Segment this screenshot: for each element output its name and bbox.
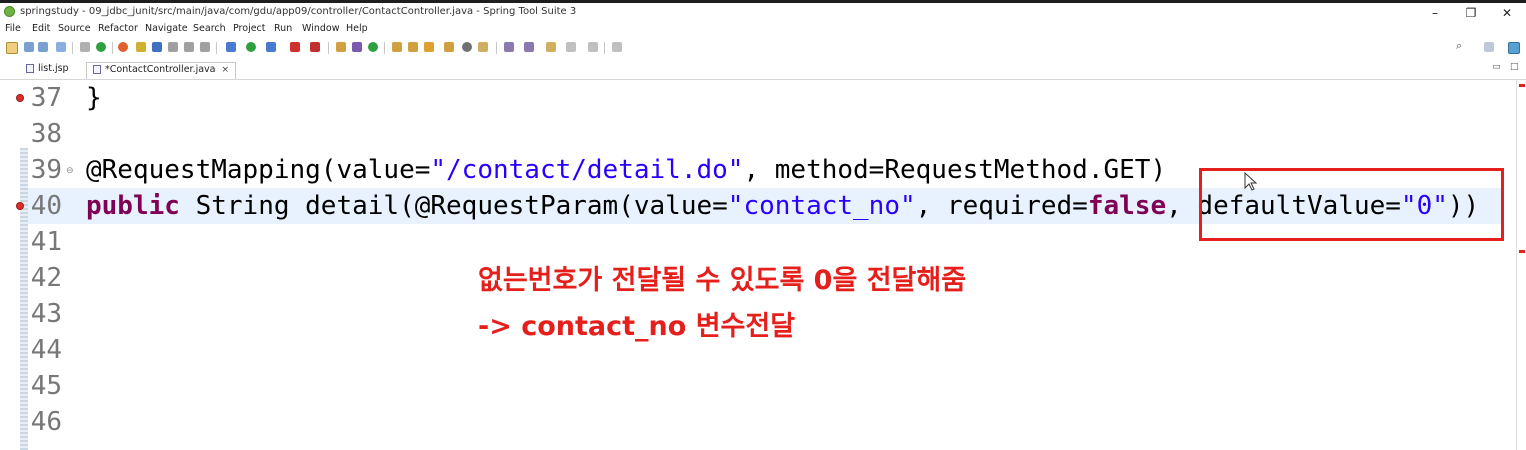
line-number: 45	[30, 371, 62, 401]
code-line: 37 }	[16, 80, 1504, 116]
line-number: 40	[30, 191, 62, 221]
pin-editor-icon[interactable]	[612, 42, 622, 52]
editor-tab-bar: list.jsp *ContactController.java × ▭ □	[0, 60, 1526, 80]
code-string: "contact_no"	[727, 191, 916, 221]
line-number: 37	[30, 83, 62, 113]
code-line: 46	[28, 404, 1504, 440]
code-keyword: public	[86, 191, 180, 221]
toggle-icon[interactable]	[168, 42, 178, 52]
tab-list-jsp[interactable]: list.jsp	[22, 62, 73, 79]
jsp-file-icon	[26, 64, 34, 73]
debug-icon[interactable]	[96, 42, 106, 52]
next-annotation-icon[interactable]	[504, 42, 514, 52]
open-folder-icon[interactable]	[392, 42, 402, 52]
menu-project[interactable]: Project	[233, 23, 266, 34]
prev-annotation-icon[interactable]	[524, 42, 534, 52]
menu-refactor[interactable]: Refactor	[98, 23, 138, 34]
close-tab-icon[interactable]: ×	[222, 65, 230, 75]
pin-icon[interactable]	[136, 42, 146, 52]
vertical-ruler	[18, 80, 28, 450]
code-token: , method=RequestMethod.GET)	[743, 155, 1167, 185]
line-number: 42	[30, 263, 62, 293]
close-button[interactable]: ✕	[1492, 4, 1522, 22]
menu-help[interactable]: Help	[346, 23, 368, 34]
error-icon	[16, 202, 24, 210]
spring-dashboard-icon[interactable]	[118, 42, 128, 52]
search-icon[interactable]: ⌕	[1456, 40, 1466, 51]
save-icon[interactable]	[24, 42, 34, 52]
menu-navigate[interactable]: Navigate	[145, 23, 188, 34]
code-keyword: false	[1087, 191, 1167, 221]
error-icon	[16, 94, 24, 102]
code-token: String detail(@RequestParam(value=	[179, 191, 728, 221]
error-mark[interactable]	[1519, 250, 1525, 253]
line-number: 39	[30, 155, 62, 185]
line-number: 43	[30, 299, 62, 329]
menu-bar: File Edit Source Refactor Navigate Searc…	[0, 22, 1526, 38]
code-token: @RequestMapping(value=	[86, 155, 431, 185]
code-line: 38	[28, 116, 1504, 152]
maximize-editor-icon[interactable]: □	[1510, 62, 1519, 72]
left-trim	[0, 80, 18, 450]
new-icon[interactable]	[6, 42, 18, 54]
menu-search[interactable]: Search	[193, 23, 226, 34]
menu-edit[interactable]: Edit	[32, 23, 50, 34]
debug-run-icon[interactable]	[226, 42, 236, 52]
open-perspective-icon[interactable]	[1484, 42, 1494, 52]
tab-label: list.jsp	[38, 63, 69, 74]
open-file-icon[interactable]	[408, 42, 418, 52]
new-class-icon[interactable]	[368, 42, 378, 52]
toolbar: ⌕	[0, 38, 1526, 58]
edit-icon[interactable]	[424, 42, 434, 52]
menu-source[interactable]: Source	[58, 23, 91, 34]
annotation-text: 없는번호가 전달될 수 있도록 0을 전달해줌	[478, 265, 967, 296]
new-package-icon[interactable]	[352, 42, 362, 52]
menu-run[interactable]: Run	[274, 23, 292, 34]
minimize-button[interactable]: –	[1420, 4, 1450, 22]
tab-contactcontroller-java[interactable]: *ContactController.java ×	[86, 62, 237, 79]
last-edit-icon[interactable]	[546, 42, 556, 52]
stop-icon[interactable]	[290, 42, 300, 52]
block-selection-icon[interactable]	[184, 42, 194, 52]
line-number: 38	[30, 119, 62, 149]
new-java-project-icon[interactable]	[336, 42, 346, 52]
run-icon[interactable]	[246, 42, 256, 52]
open-type-icon[interactable]	[56, 42, 66, 52]
minimize-editor-icon[interactable]: ▭	[1492, 62, 1501, 72]
spring-tool-suite-icon	[4, 6, 15, 17]
show-whitespace-icon[interactable]	[200, 42, 210, 52]
line-number: 41	[30, 227, 62, 257]
mouse-cursor-icon	[1244, 172, 1258, 191]
external-tools-icon[interactable]	[310, 42, 320, 52]
skip-breakpoints-icon[interactable]	[80, 42, 90, 52]
forward-icon[interactable]	[588, 42, 598, 52]
menu-file[interactable]: File	[5, 23, 21, 34]
save-all-icon[interactable]	[38, 42, 48, 52]
fold-icon[interactable]: ⊖	[66, 166, 74, 176]
overview-ruler[interactable]	[1516, 80, 1526, 450]
java-file-icon	[93, 65, 101, 74]
java-perspective-icon[interactable]	[1508, 42, 1520, 54]
code-text: @RequestMapping(value="/contact/detail.d…	[86, 152, 1166, 188]
window-title: springstudy - 09_jdbc_junit/src/main/jav…	[20, 6, 577, 17]
annotation-icon[interactable]	[478, 42, 488, 52]
line-number: 46	[30, 407, 62, 437]
title-bar: springstudy - 09_jdbc_junit/src/main/jav…	[0, 0, 1526, 22]
tab-label: *ContactController.java	[105, 64, 216, 75]
code-token: , required=	[915, 191, 1088, 221]
code-line: 45	[28, 368, 1504, 404]
line-number: 44	[30, 335, 62, 365]
back-icon[interactable]	[566, 42, 576, 52]
maximize-button[interactable]: ❐	[1456, 4, 1486, 22]
code-text: }	[86, 83, 102, 113]
annotation-text: -> contact_no 변수전달	[478, 311, 796, 342]
error-mark[interactable]	[1519, 84, 1525, 87]
coverage-icon[interactable]	[266, 42, 276, 52]
globe-icon[interactable]	[462, 42, 472, 52]
mark-occurrences-icon[interactable]	[152, 42, 162, 52]
search-folder-icon[interactable]	[444, 42, 454, 52]
menu-window[interactable]: Window	[302, 23, 339, 34]
code-string: "/contact/detail.do"	[430, 155, 744, 185]
